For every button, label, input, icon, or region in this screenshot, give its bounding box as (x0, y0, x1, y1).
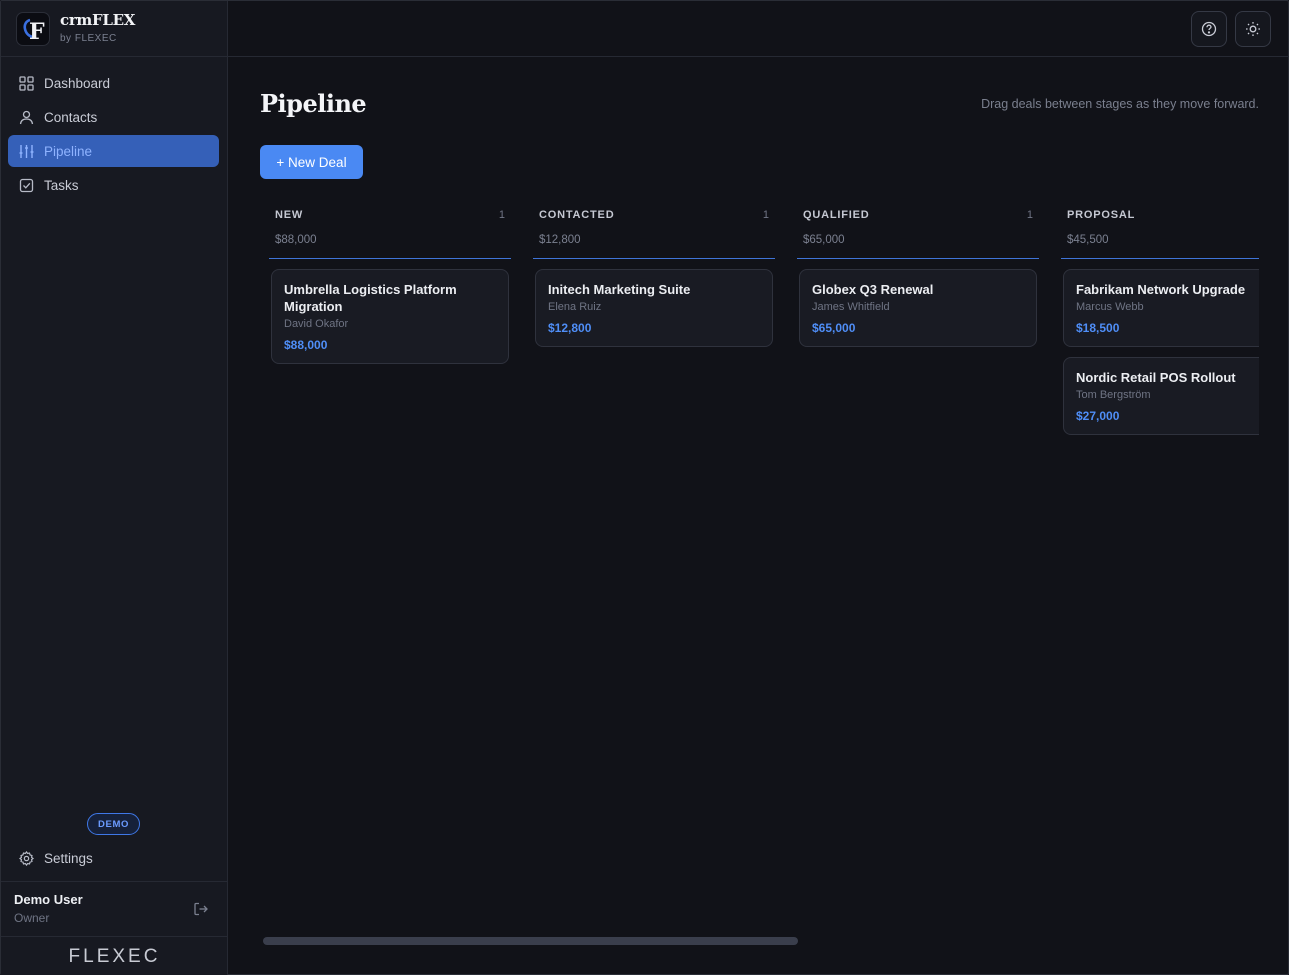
pipeline-board: NEW 1 $88,000 Umbrella Logistics Platfor… (269, 199, 1259, 799)
page-title: Pipeline (260, 89, 367, 118)
page-hint: Drag deals between stages as they move f… (981, 97, 1259, 111)
logout-button[interactable] (193, 901, 209, 917)
sidebar-item-label: Pipeline (44, 143, 93, 159)
deal-contact: Elena Ruiz (548, 301, 602, 313)
brand-name: crmFLEX (60, 11, 136, 29)
stage-total: $45,500 (1067, 234, 1109, 246)
deal-contact: James Whitfield (812, 301, 890, 313)
stage-header: NEW 1 $88,000 (269, 199, 511, 259)
deal-title: Globex Q3 Renewal (812, 282, 934, 297)
logo-letter: F (29, 19, 45, 44)
sidebar-item-contacts[interactable]: Contacts (8, 101, 219, 133)
theme-toggle-button[interactable] (1235, 11, 1271, 47)
stage-column-new: NEW 1 $88,000 Umbrella Logistics Platfor… (269, 199, 511, 364)
main-content: Pipeline Drag deals between stages as th… (228, 57, 1289, 975)
logo-mark-icon: F (23, 18, 45, 44)
sidebar-item-dashboard[interactable]: Dashboard (8, 67, 219, 99)
sidebar-item-pipeline[interactable]: Pipeline (8, 135, 219, 167)
deal-title: Initech Marketing Suite (548, 282, 691, 297)
deal-card[interactable]: Globex Q3 Renewal James Whitfield $65,00… (799, 269, 1037, 347)
deal-value: $12,800 (548, 321, 592, 335)
deal-title: Nordic Retail POS Rollout (1076, 370, 1236, 385)
app-window: F crmFLEX by FLEXEC Dashboard Contacts P… (0, 0, 1289, 975)
deal-contact: Tom Bergström (1076, 389, 1151, 401)
footer-logo-text: FLEXEC (68, 945, 161, 967)
stage-total: $65,000 (803, 234, 845, 246)
deal-card[interactable]: Fabrikam Network Upgrade Marcus Webb $18… (1063, 269, 1259, 347)
brand-logo[interactable]: F (16, 12, 50, 46)
sidebar-nav: Dashboard Contacts Pipeline Tasks (8, 67, 219, 203)
deal-card[interactable]: Umbrella Logistics Platform Migration Da… (271, 269, 509, 364)
deal-contact: Marcus Webb (1076, 301, 1144, 313)
new-deal-button[interactable]: + New Deal (260, 145, 363, 179)
brand-subtitle: by FLEXEC (60, 33, 117, 44)
deal-value: $18,500 (1076, 321, 1120, 335)
user-icon (19, 110, 34, 125)
deal-title: Umbrella Logistics Platform Migration (284, 282, 457, 314)
stage-title: NEW (275, 209, 304, 221)
horizontal-scrollbar[interactable] (263, 937, 798, 945)
sidebar-item-label: Tasks (44, 177, 79, 193)
sun-icon (1246, 22, 1260, 36)
deal-contact: David Okafor (284, 318, 349, 330)
stage-title: PROPOSAL (1067, 209, 1136, 221)
sidebar: F crmFLEX by FLEXEC Dashboard Contacts P… (1, 1, 228, 975)
deal-value: $27,000 (1076, 409, 1120, 423)
demo-badge: DEMO (87, 813, 140, 835)
sidebar-item-label: Contacts (44, 109, 98, 125)
top-bar (228, 1, 1289, 57)
stage-header: CONTACTED 1 $12,800 (533, 199, 775, 259)
stage-count: 1 (1026, 209, 1033, 221)
stage-title: QUALIFIED (803, 209, 870, 221)
stage-column-contacted: CONTACTED 1 $12,800 Initech Marketing Su… (533, 199, 775, 347)
user-role: Owner (14, 911, 50, 925)
stage-title: CONTACTED (539, 209, 615, 221)
stage-column-proposal: PROPOSAL 2 $45,500 Fabrikam Network Upgr… (1061, 199, 1259, 435)
stage-total: $12,800 (539, 234, 581, 246)
footer-logo: FLEXEC (1, 937, 228, 975)
help-circle-icon (1201, 21, 1217, 37)
deal-title: Fabrikam Network Upgrade (1076, 282, 1246, 297)
stage-total: $88,000 (275, 234, 317, 246)
sliders-icon (19, 144, 34, 159)
stage-column-qualified: QUALIFIED 1 $65,000 Globex Q3 Renewal Ja… (797, 199, 1039, 347)
sidebar-item-settings[interactable]: Settings (8, 842, 219, 874)
user-panel: Demo User Owner (1, 881, 228, 937)
sidebar-item-label: Dashboard (44, 75, 111, 91)
sidebar-item-tasks[interactable]: Tasks (8, 169, 219, 201)
brand-header: F crmFLEX by FLEXEC (1, 1, 228, 57)
gear-icon (19, 850, 34, 866)
stage-count: 1 (498, 209, 505, 221)
logout-icon (194, 902, 208, 916)
user-name: Demo User (14, 892, 83, 907)
check-square-icon (19, 178, 34, 193)
stage-header: QUALIFIED 1 $65,000 (797, 199, 1039, 259)
settings-label: Settings (44, 850, 93, 866)
stage-header: PROPOSAL 2 $45,500 (1061, 199, 1259, 259)
deal-card[interactable]: Initech Marketing Suite Elena Ruiz $12,8… (535, 269, 773, 347)
stage-count: 1 (762, 209, 769, 221)
grid-icon (19, 75, 34, 91)
deal-value: $88,000 (284, 338, 328, 352)
deal-card[interactable]: Nordic Retail POS Rollout Tom Bergström … (1063, 357, 1259, 435)
deal-value: $65,000 (812, 321, 856, 335)
help-button[interactable] (1191, 11, 1227, 47)
